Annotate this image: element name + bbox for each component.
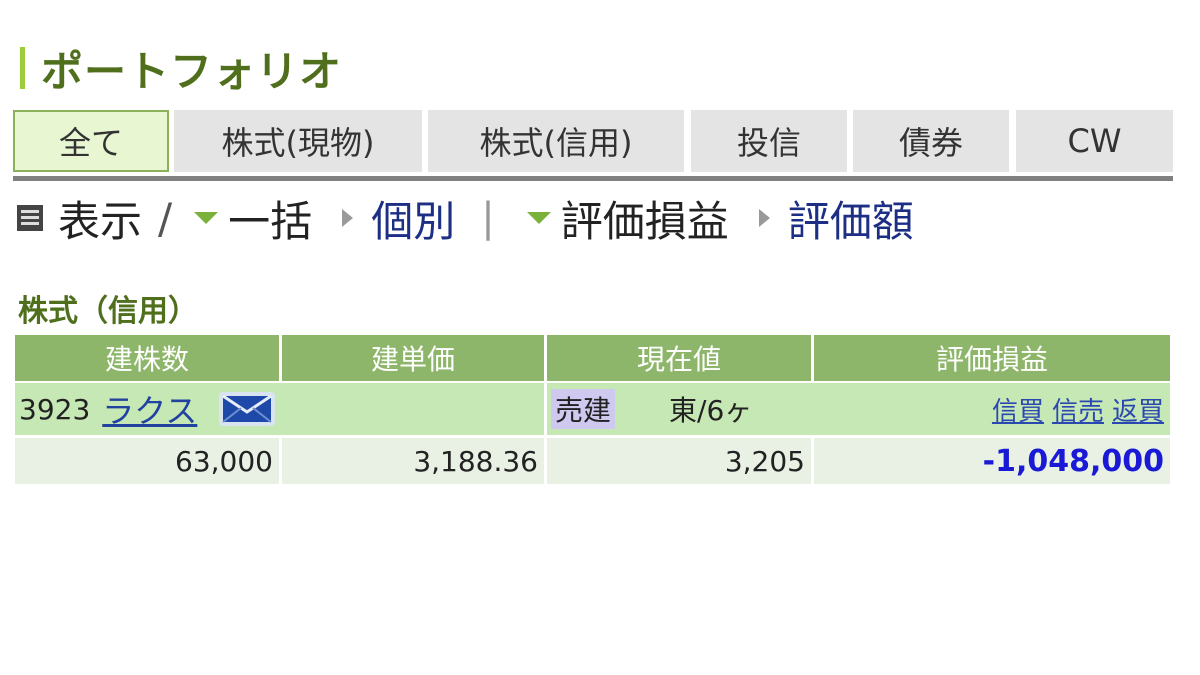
selected-arrow-icon xyxy=(194,212,219,224)
cell-quantity: 63,000 xyxy=(15,438,279,484)
position-cell: 売建 東/6ヶ 信買 信売 返買 xyxy=(547,383,1170,435)
selected-arrow-icon xyxy=(526,212,551,224)
metric-value-link[interactable]: 評価額 xyxy=(788,188,914,249)
col-header-current-price: 現在値 xyxy=(547,335,811,381)
cell-unrealized-pl: -1,048,000 xyxy=(814,438,1170,484)
mode-individual-link[interactable]: 個別 xyxy=(371,188,455,249)
tab-stocks-margin[interactable]: 株式(信用) xyxy=(428,110,684,172)
page-header: ポートフォリオ xyxy=(20,38,342,98)
page-title: ポートフォリオ xyxy=(41,46,343,96)
divider: | xyxy=(481,195,495,241)
action-margin-sell-link[interactable]: 信売 xyxy=(1052,397,1104,427)
display-options: 表示 / 一括 個別 | 評価損益 評価額 xyxy=(16,190,914,246)
mode-bulk: 一括 xyxy=(228,196,313,246)
stock-name-link[interactable]: ラクス xyxy=(102,386,197,432)
display-label: 表示 xyxy=(58,196,143,246)
tab-bar: 全て 株式(現物) 株式(信用) 投信 債券 CW xyxy=(13,110,1173,174)
col-header-entry-price: 建単価 xyxy=(282,335,544,381)
market-term: 東/6ヶ xyxy=(669,394,753,427)
section-title: 株式（信用） xyxy=(18,294,198,329)
mail-icon[interactable] xyxy=(219,392,276,426)
cell-current-price: 3,205 xyxy=(547,438,811,484)
col-header-unrealized-pl: 評価損益 xyxy=(814,335,1170,381)
tab-underline xyxy=(13,176,1173,181)
action-margin-buy-link[interactable]: 信買 xyxy=(992,397,1044,427)
tab-funds[interactable]: 投信 xyxy=(691,110,847,172)
title-accent-bar xyxy=(20,47,25,89)
option-arrow-icon xyxy=(758,209,770,227)
unrealized-pl-value: -1,048,000 xyxy=(982,443,1164,479)
cell-entry-price: 3,188.36 xyxy=(282,438,544,484)
action-close-buy-link[interactable]: 返買 xyxy=(1112,397,1164,427)
col-header-quantity: 建株数 xyxy=(15,335,279,381)
stock-code: 3923 xyxy=(19,392,91,426)
position-type-badge: 売建 xyxy=(551,389,616,429)
option-arrow-icon xyxy=(342,209,354,227)
metric-pl: 評価損益 xyxy=(560,196,729,246)
list-icon xyxy=(17,205,43,231)
action-links: 信買 信売 返買 xyxy=(984,391,1164,428)
tab-all[interactable]: 全て xyxy=(13,110,169,172)
tab-cw[interactable]: CW xyxy=(1016,110,1173,172)
instrument-cell: 3923 ラクス xyxy=(15,383,544,435)
display-separator: / xyxy=(158,193,173,243)
tab-stocks-cash[interactable]: 株式(現物) xyxy=(174,110,422,172)
tab-bonds[interactable]: 債券 xyxy=(853,110,1009,172)
